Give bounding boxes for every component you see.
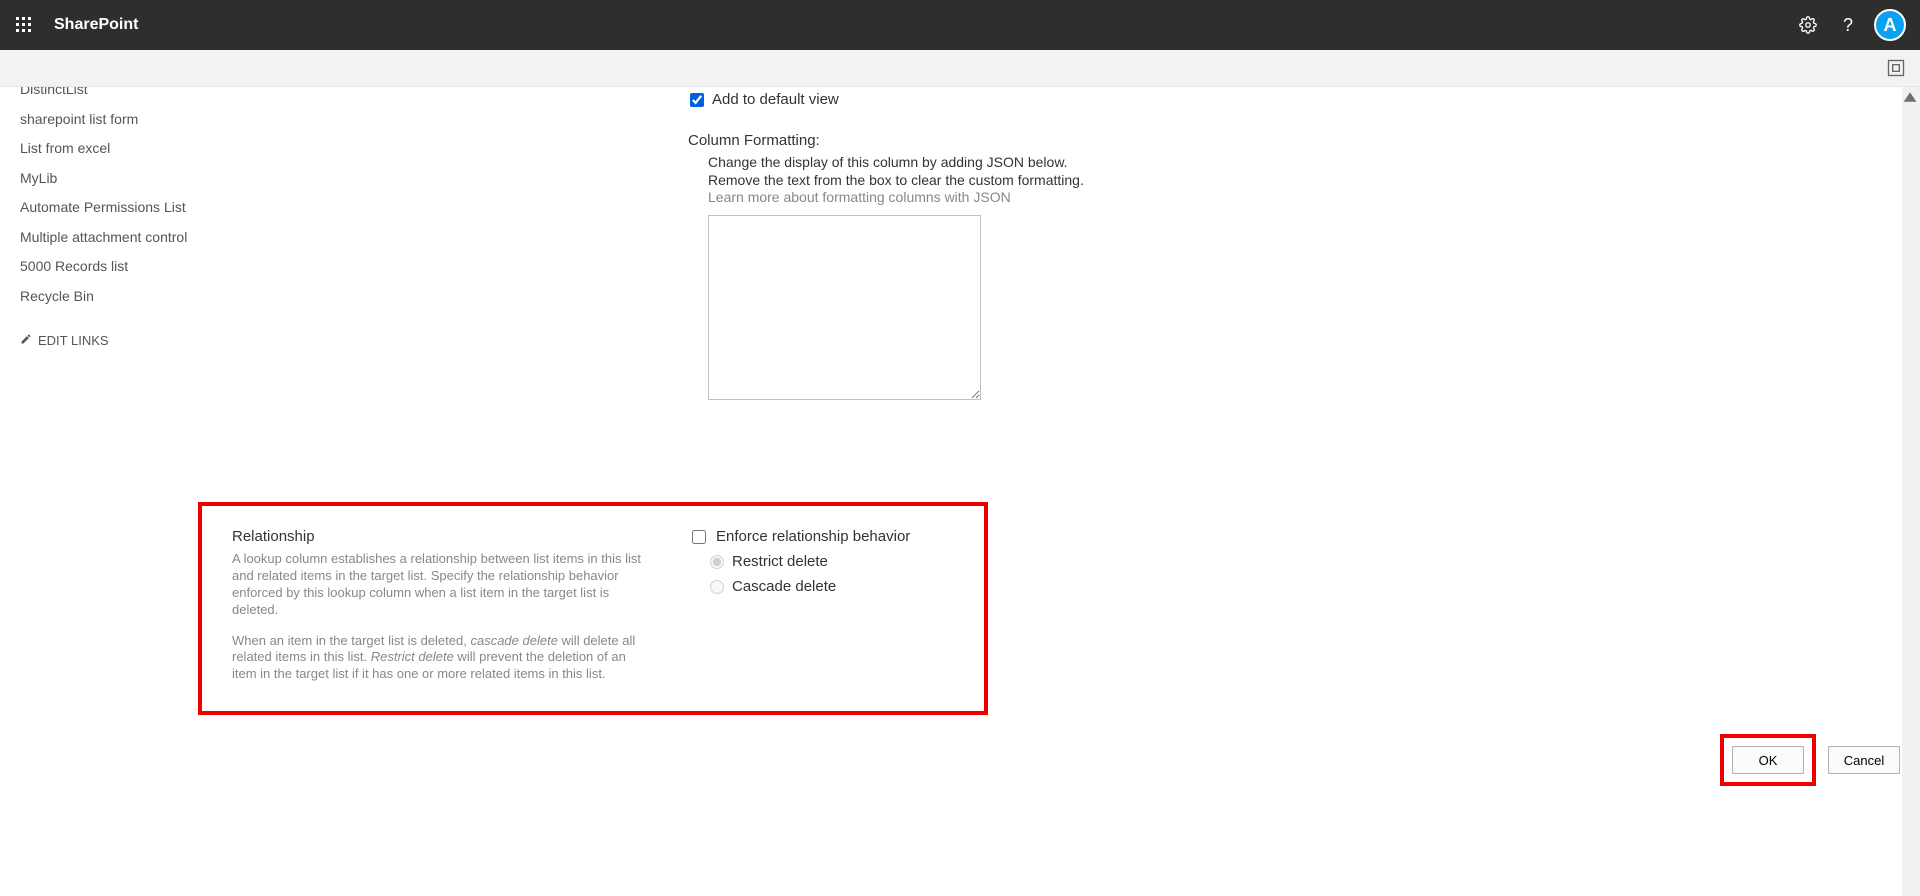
scrollbar-track[interactable] <box>1902 87 1920 896</box>
column-formatting-json-input[interactable] <box>708 215 981 400</box>
relationship-title: Relationship <box>232 528 652 545</box>
cascade-delete-radio[interactable] <box>710 580 724 594</box>
enforce-relationship-label: Enforce relationship behavior <box>716 528 910 545</box>
gear-icon[interactable] <box>1788 5 1828 45</box>
restrict-delete-radio[interactable] <box>710 555 724 569</box>
form-footer: OK Cancel <box>1720 734 1900 786</box>
nav-item[interactable]: MyLib <box>20 164 190 194</box>
command-bar <box>0 50 1920 87</box>
suite-bar: SharePoint ? A <box>0 0 1920 50</box>
cancel-button[interactable]: Cancel <box>1828 746 1900 774</box>
avatar[interactable]: A <box>1874 9 1906 41</box>
nav-item[interactable]: DistinctList <box>20 87 190 105</box>
restrict-delete-label: Restrict delete <box>732 553 828 570</box>
edit-icon <box>20 333 32 348</box>
nav-item[interactable]: 5000 Records list <box>20 252 190 282</box>
enforce-relationship-checkbox[interactable] <box>692 530 706 544</box>
add-to-default-view-label: Add to default view <box>712 91 839 108</box>
nav-item[interactable]: sharepoint list form <box>20 105 190 135</box>
relationship-desc1: A lookup column establishes a relationsh… <box>232 551 652 619</box>
scroll-up-icon[interactable] <box>1902 89 1918 105</box>
column-formatting-desc: Change the display of this column by add… <box>708 153 1310 171</box>
nav-item[interactable]: Automate Permissions List <box>20 193 190 223</box>
nav-item[interactable]: List from excel <box>20 134 190 164</box>
left-nav: DistinctList sharepoint list form List f… <box>20 87 190 348</box>
learn-more-link[interactable]: Learn more about formatting columns with… <box>708 189 1310 205</box>
relationship-section: Relationship A lookup column establishes… <box>198 502 988 715</box>
ok-highlight: OK <box>1720 734 1816 786</box>
help-icon[interactable]: ? <box>1828 5 1868 45</box>
column-settings: Add to default view Column Formatting: C… <box>690 87 1310 405</box>
nav-item[interactable]: Recycle Bin <box>20 282 190 312</box>
relationship-desc2: When an item in the target list is delet… <box>232 633 652 684</box>
cascade-delete-label: Cascade delete <box>732 578 836 595</box>
app-name[interactable]: SharePoint <box>54 16 138 34</box>
column-formatting-desc: Remove the text from the box to clear th… <box>708 171 1310 189</box>
add-to-default-view-checkbox[interactable] <box>690 93 704 107</box>
focus-mode-icon[interactable] <box>1886 58 1906 78</box>
content-area: DistinctList sharepoint list form List f… <box>0 87 1920 896</box>
app-launcher-icon[interactable] <box>8 9 40 41</box>
edit-links[interactable]: EDIT LINKS <box>20 333 190 348</box>
ok-button[interactable]: OK <box>1732 746 1804 774</box>
nav-item[interactable]: Multiple attachment control <box>20 223 190 253</box>
column-formatting-label: Column Formatting: <box>688 132 1310 149</box>
edit-links-label: EDIT LINKS <box>38 333 109 348</box>
